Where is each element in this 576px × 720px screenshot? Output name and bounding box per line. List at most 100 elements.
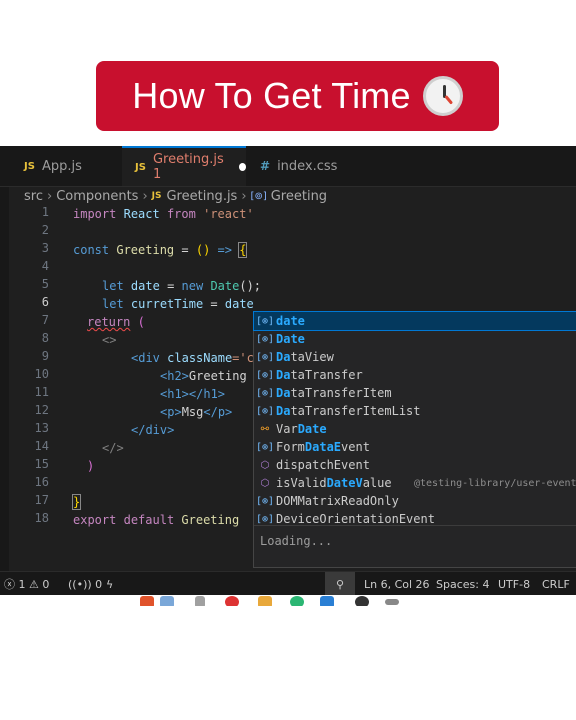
folder-icon[interactable] xyxy=(258,596,272,606)
line-number: 8 xyxy=(41,331,49,345)
line-number: 3 xyxy=(41,241,49,255)
line-number: 7 xyxy=(41,313,49,327)
ports-indicator[interactable]: ((•)) 0 xyxy=(68,572,102,596)
suggestion-item[interactable]: [⊚] Da taTransfer xyxy=(254,366,576,384)
method-icon: ⬡ xyxy=(260,459,270,471)
symbol-icon: [⊚] xyxy=(250,190,267,202)
variable-icon: [⊚] xyxy=(255,405,275,417)
code-line: export default Greeting xyxy=(73,513,240,527)
loading-details: Loading... xyxy=(254,525,576,567)
app-icon[interactable] xyxy=(195,596,205,606)
encoding[interactable]: UTF-8 xyxy=(498,572,530,596)
app-icon[interactable] xyxy=(140,596,154,606)
suggestion-item[interactable]: [⊚] Da taView xyxy=(254,348,576,366)
variable-icon: [⊚] xyxy=(255,369,275,381)
variable-icon: [⊚] xyxy=(255,351,275,363)
activity-strip xyxy=(0,146,9,595)
indentation[interactable]: Spaces: 4 xyxy=(436,572,489,596)
line-number: 11 xyxy=(34,385,49,399)
line-number: 1 xyxy=(41,205,49,219)
app-icon[interactable] xyxy=(225,596,239,606)
banner-title: How To Get Time xyxy=(132,75,411,116)
suggestion-item[interactable]: ⬡ dispatchEvent xyxy=(254,456,576,474)
tab-index-css[interactable]: # index.css xyxy=(260,146,360,186)
line-number: 16 xyxy=(34,475,49,489)
search-icon: ⚲ xyxy=(335,577,345,591)
code-line: ) xyxy=(87,459,95,473)
suggestion-item[interactable]: [⊚] Form DataE vent xyxy=(254,438,576,456)
app-icon[interactable] xyxy=(290,596,304,606)
app-icon[interactable] xyxy=(160,596,174,606)
chevron-right-icon: › xyxy=(241,188,247,204)
suggestion-item[interactable]: [⊚] DOMMatrixReadOnly xyxy=(254,492,576,510)
app-icon[interactable] xyxy=(355,596,369,606)
tab-label: Greeting.js 1 xyxy=(152,152,224,182)
line-number: 9 xyxy=(41,349,49,363)
code-line: import React from 'react' xyxy=(73,207,254,221)
title-banner: How To Get Time xyxy=(96,61,499,131)
cursor-position[interactable]: Ln 6, Col 26 xyxy=(364,572,430,596)
code-line: let date = new Date(); xyxy=(102,279,262,293)
chevron-right-icon: › xyxy=(46,188,53,204)
code-line: </> xyxy=(102,441,124,455)
line-number: 2 xyxy=(41,223,49,237)
method-icon: ⬡ xyxy=(260,477,270,489)
chevron-right-icon: › xyxy=(142,188,148,204)
suggestion-item[interactable]: [⊚] Da taTransferItemList xyxy=(254,402,576,420)
suggestion-item[interactable]: [⊚] date xyxy=(253,311,576,331)
lightning-icon[interactable]: ϟ xyxy=(106,572,113,596)
tab-greeting-js[interactable]: JS Greeting.js 1 xyxy=(122,146,246,186)
code-editor-window: JS App.js JS Greeting.js 1 # index.css s… xyxy=(0,146,576,596)
variable-icon: [⊚] xyxy=(255,315,275,327)
breadcrumb-item[interactable]: Components xyxy=(56,189,138,204)
clock-icon xyxy=(422,76,463,116)
zoom-button[interactable]: ⚲ xyxy=(325,572,355,596)
code-line: <h1></h1> xyxy=(160,387,226,401)
broadcast-icon: ((•)) xyxy=(68,577,92,591)
suggestion-item[interactable]: [⊚] Da taTransferItem xyxy=(254,384,576,402)
code-line: } xyxy=(71,494,82,510)
tab-app-js[interactable]: JS App.js xyxy=(24,146,120,186)
code-line: <> xyxy=(102,333,117,347)
code-line: <h2>Greeting xyxy=(160,369,247,383)
variable-icon: [⊚] xyxy=(255,387,275,399)
code-line: const Greeting = () => { xyxy=(73,242,248,258)
code-area[interactable]: import React from 'react' const Greeting… xyxy=(71,205,261,527)
line-number: 17 xyxy=(34,493,49,507)
warning-icon: ⚠ xyxy=(29,577,39,591)
suggestion-item[interactable]: ⚯ Var Date xyxy=(254,420,576,438)
vscode-icon[interactable] xyxy=(320,596,334,606)
variable-icon: [⊚] xyxy=(255,441,275,453)
line-number: 12 xyxy=(34,403,49,417)
breadcrumb-item[interactable]: src xyxy=(24,189,43,204)
line-number: 13 xyxy=(34,421,49,435)
problems-indicator[interactable]: ⓧ 1 ⚠ 0 xyxy=(4,572,49,596)
code-line: return ( xyxy=(87,315,145,329)
taskbar-strip xyxy=(0,595,576,606)
status-bar: ⓧ 1 ⚠ 0 ((•)) 0 ϟ ⚲ Ln 6, Col 26 Spaces:… xyxy=(0,571,576,596)
js-file-icon: JS xyxy=(135,161,146,173)
line-number: 18 xyxy=(34,511,49,525)
code-line: <div className='c xyxy=(131,351,254,365)
tab-label: App.js xyxy=(41,158,82,174)
code-line: </div> xyxy=(131,423,175,437)
autocomplete-suggest-widget[interactable]: [⊚] date [⊚] Date [⊚] Da taView [⊚] Da taTrans… xyxy=(253,311,576,568)
tab-bar: JS App.js JS Greeting.js 1 # index.css xyxy=(0,146,576,187)
line-number: 15 xyxy=(34,457,49,471)
breadcrumb-item[interactable]: Greeting xyxy=(271,189,327,204)
js-file-icon: JS xyxy=(24,160,35,172)
code-line: let curretTime = date xyxy=(102,297,254,311)
line-number: 14 xyxy=(34,439,49,453)
breadcrumb-item[interactable]: Greeting.js xyxy=(166,189,237,204)
error-icon: ⓧ xyxy=(4,578,15,591)
type-parameter-icon: ⚯ xyxy=(260,423,270,435)
line-number: 6 xyxy=(41,295,49,309)
unsaved-dot-icon[interactable] xyxy=(238,163,246,171)
suggestion-item[interactable]: ⬡ isValid DateV alue @testing-library/user-e… xyxy=(254,474,576,492)
line-ending[interactable]: CRLF xyxy=(542,572,570,596)
variable-icon: [⊚] xyxy=(255,333,275,345)
code-line: <p>Msg</p> xyxy=(160,405,233,419)
suggestion-item[interactable]: [⊚] Date xyxy=(254,330,576,348)
app-icon[interactable] xyxy=(385,599,399,605)
css-file-icon: # xyxy=(260,159,271,173)
